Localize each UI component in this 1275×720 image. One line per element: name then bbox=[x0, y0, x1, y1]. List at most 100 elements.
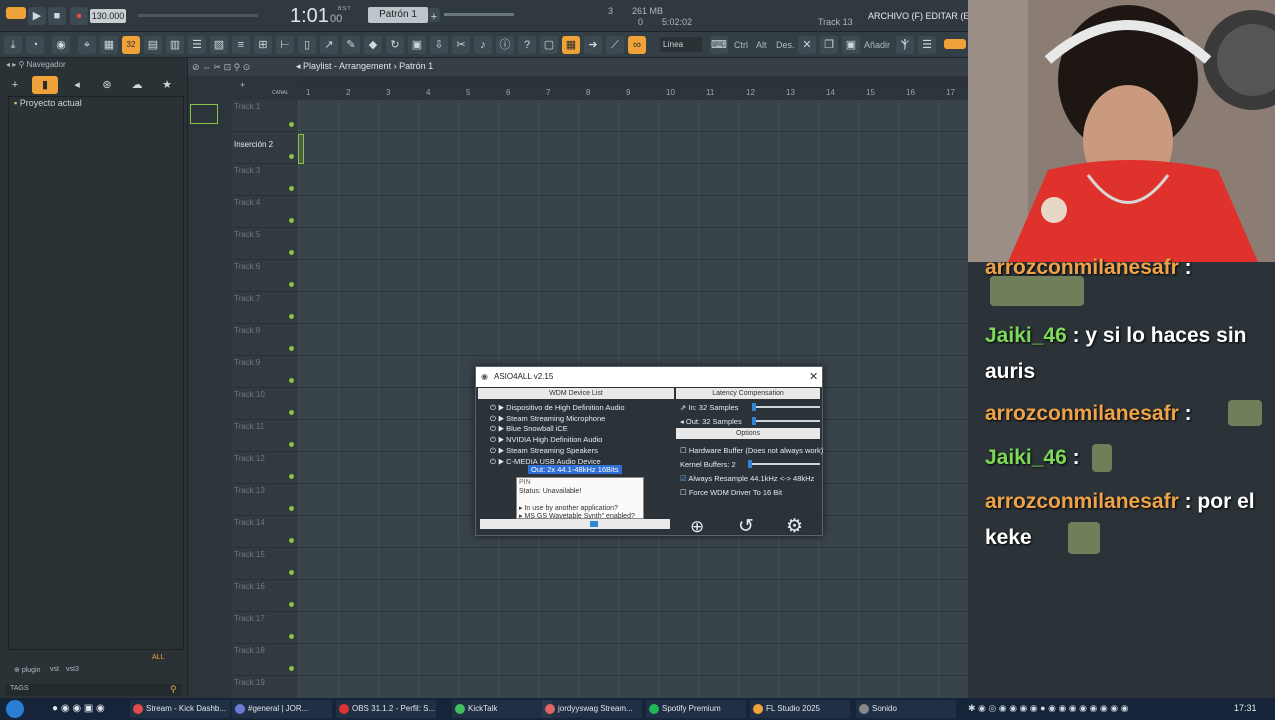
audio-clip[interactable] bbox=[298, 134, 304, 164]
track-mute-led[interactable] bbox=[289, 570, 294, 575]
brush-icon[interactable]: ⟋ bbox=[606, 36, 624, 54]
track-row[interactable]: Track 13 bbox=[232, 484, 298, 516]
tags-search[interactable]: TAGS ⚲ bbox=[6, 684, 182, 696]
globe-icon[interactable]: ⊕ bbox=[690, 517, 704, 537]
track-mute-led[interactable] bbox=[289, 218, 294, 223]
refresh-icon[interactable]: ↻ bbox=[386, 36, 404, 54]
latency-in-slider[interactable] bbox=[752, 403, 820, 411]
metronome-icon[interactable]: ◔ bbox=[26, 36, 44, 54]
tag-vst[interactable]: vst bbox=[50, 666, 59, 673]
device-scrollbar[interactable] bbox=[480, 519, 670, 529]
des-label[interactable]: Des. bbox=[776, 40, 795, 50]
link-icon[interactable]: ∞ bbox=[628, 36, 646, 54]
add-pattern-icon[interactable]: + bbox=[428, 8, 440, 23]
scroll-thumb[interactable] bbox=[590, 521, 598, 527]
track-row[interactable]: Track 4 bbox=[232, 196, 298, 228]
record-icon[interactable]: ● bbox=[70, 7, 88, 25]
fl-logo[interactable] bbox=[6, 7, 26, 19]
cut-icon[interactable]: ✂ bbox=[452, 36, 470, 54]
taskbar-item[interactable]: Spotify Premium bbox=[646, 700, 746, 718]
track-row[interactable]: Track 7 bbox=[232, 292, 298, 324]
ctrl-label[interactable]: Ctrl bbox=[734, 40, 748, 50]
track-mute-led[interactable] bbox=[289, 410, 294, 415]
device-item[interactable]: ⏻ ▶ Steam Streaming Speakers bbox=[490, 446, 598, 456]
track-row[interactable]: Track 3 bbox=[232, 164, 298, 196]
master-volume-slider[interactable] bbox=[138, 14, 258, 17]
list-icon[interactable]: ☰ bbox=[918, 36, 936, 54]
pinned-apps-icon[interactable]: ● ◉ ◉ ▣ ◉ bbox=[52, 703, 105, 714]
track-row[interactable]: Track 9 bbox=[232, 356, 298, 388]
track-mute-led[interactable] bbox=[289, 634, 294, 639]
device-toggle-icon[interactable]: ⏻ ▶ bbox=[490, 414, 506, 423]
navigator-arrows-icon[interactable]: ◂ ▸ ⚲ bbox=[6, 60, 27, 69]
play-arrow-icon[interactable]: ➜ bbox=[584, 36, 602, 54]
track-row[interactable]: Track 16 bbox=[232, 580, 298, 612]
tree-icon[interactable]: ⊢ bbox=[276, 36, 294, 54]
track-mute-led[interactable] bbox=[289, 314, 294, 319]
track-mute-led[interactable] bbox=[289, 538, 294, 543]
track-mute-led[interactable] bbox=[289, 154, 294, 159]
track-mute-led[interactable] bbox=[289, 666, 294, 671]
track-row[interactable]: Track 10 bbox=[232, 388, 298, 420]
save-icon[interactable]: ▣ bbox=[408, 36, 426, 54]
help-icon[interactable]: ? bbox=[518, 36, 536, 54]
kernel-buffers-slider[interactable] bbox=[748, 460, 820, 468]
track-mute-led[interactable] bbox=[289, 602, 294, 607]
track-row[interactable]: Track 17 bbox=[232, 612, 298, 644]
pattern-icon[interactable]: ▤ bbox=[144, 36, 162, 54]
taskbar-item[interactable]: FL Studio 2025 bbox=[750, 700, 850, 718]
play-icon[interactable]: ▶ bbox=[28, 7, 46, 25]
taskbar-item[interactable]: Sonido bbox=[856, 700, 956, 718]
cloud-icon[interactable]: ☁ bbox=[128, 76, 146, 94]
resample-checkbox[interactable]: ☑ Always Resample 44.1kHz <-> 48kHz bbox=[680, 474, 814, 483]
layout-icon[interactable]: ▢ bbox=[540, 36, 558, 54]
tuner-icon[interactable]: Ⲯ bbox=[896, 36, 914, 54]
taskbar-item[interactable]: OBS 31.1.2 - Perfil: S... bbox=[336, 700, 436, 718]
pattern-selector[interactable]: Patrón 1 bbox=[368, 7, 428, 23]
chat-username[interactable]: arrozconmilanesafr bbox=[985, 490, 1179, 513]
force-wdm-checkbox[interactable]: ☐ Force WDM Driver To 16 Bit bbox=[680, 488, 782, 497]
keyboard-icon[interactable]: ⌨ bbox=[710, 36, 728, 54]
selected-output[interactable]: Out: 2x 44.1-48kHz 16Bits bbox=[528, 465, 622, 474]
mic-icon[interactable]: ♪ bbox=[474, 36, 492, 54]
track-mute-led[interactable] bbox=[289, 378, 294, 383]
arrow-icon[interactable]: ↗ bbox=[320, 36, 338, 54]
tag-vst3[interactable]: vst3 bbox=[66, 666, 79, 673]
pattern-clip[interactable] bbox=[190, 104, 218, 124]
marker-icon[interactable]: ◆ bbox=[364, 36, 382, 54]
hw-buffer-checkbox[interactable]: ☐ Hardware Buffer (Does not always work) bbox=[680, 446, 823, 455]
download-icon[interactable]: ⤓ bbox=[4, 36, 22, 54]
mixer-icon[interactable]: ☰ bbox=[188, 36, 206, 54]
reset-icon[interactable]: ↺ bbox=[738, 515, 754, 538]
playlist-tools-icon[interactable]: ⊘ ⇔ ✂ ⊡ ⚲ ⊙ bbox=[192, 62, 250, 73]
tag-plugin[interactable]: ⊕ plugin bbox=[14, 666, 41, 674]
clone-icon[interactable]: ▣ bbox=[842, 36, 860, 54]
playlist-icon[interactable]: ≡ bbox=[232, 36, 250, 54]
tray-icons[interactable]: ✱ ◉ ◎ ◉ ◉ ◉ ◉ ● ◉ ◉ ◉ ◉ ◉ ◉ ◉ ◉ bbox=[968, 703, 1128, 714]
taskbar-item[interactable]: Stream - Kick Dashb... bbox=[130, 700, 230, 718]
plug-icon[interactable]: ⊛ bbox=[98, 76, 116, 94]
back-icon[interactable]: ◂ bbox=[68, 76, 86, 94]
all-tag[interactable]: ALL bbox=[152, 654, 164, 661]
folder-tab-icon[interactable]: ▮ bbox=[32, 76, 58, 94]
info-icon[interactable]: ⓘ bbox=[496, 36, 514, 54]
add-label[interactable]: Añadir bbox=[864, 40, 890, 50]
device-toggle-icon[interactable]: ⏻ ▶ bbox=[490, 446, 506, 455]
track-row[interactable]: Track 18 bbox=[232, 644, 298, 676]
track-mute-led[interactable] bbox=[289, 506, 294, 511]
tempo-display[interactable]: 130.000 bbox=[90, 9, 126, 23]
pencil-icon[interactable]: ✎ bbox=[342, 36, 360, 54]
chat-username[interactable]: Jaiki_46 bbox=[985, 446, 1067, 469]
rec-count-badge[interactable]: 32 bbox=[122, 36, 140, 54]
device-toggle-icon[interactable]: ⏻ ▶ bbox=[490, 435, 506, 444]
track-row[interactable]: Track 15 bbox=[232, 548, 298, 580]
track-mute-led[interactable] bbox=[289, 346, 294, 351]
track-mute-led[interactable] bbox=[289, 186, 294, 191]
track-row[interactable]: Inserción 2 bbox=[232, 132, 298, 164]
track-row[interactable]: Track 12 bbox=[232, 452, 298, 484]
chat-username[interactable]: Jaiki_46 bbox=[985, 324, 1067, 347]
device-item[interactable]: ⏻ ▶ Steam Streaming Microphone bbox=[490, 414, 605, 424]
settings-gear-icon[interactable]: ⚙ bbox=[786, 515, 803, 538]
chat-username[interactable]: arrozconmilanesafr bbox=[985, 402, 1179, 425]
grid-icon[interactable]: ▦ bbox=[100, 36, 118, 54]
